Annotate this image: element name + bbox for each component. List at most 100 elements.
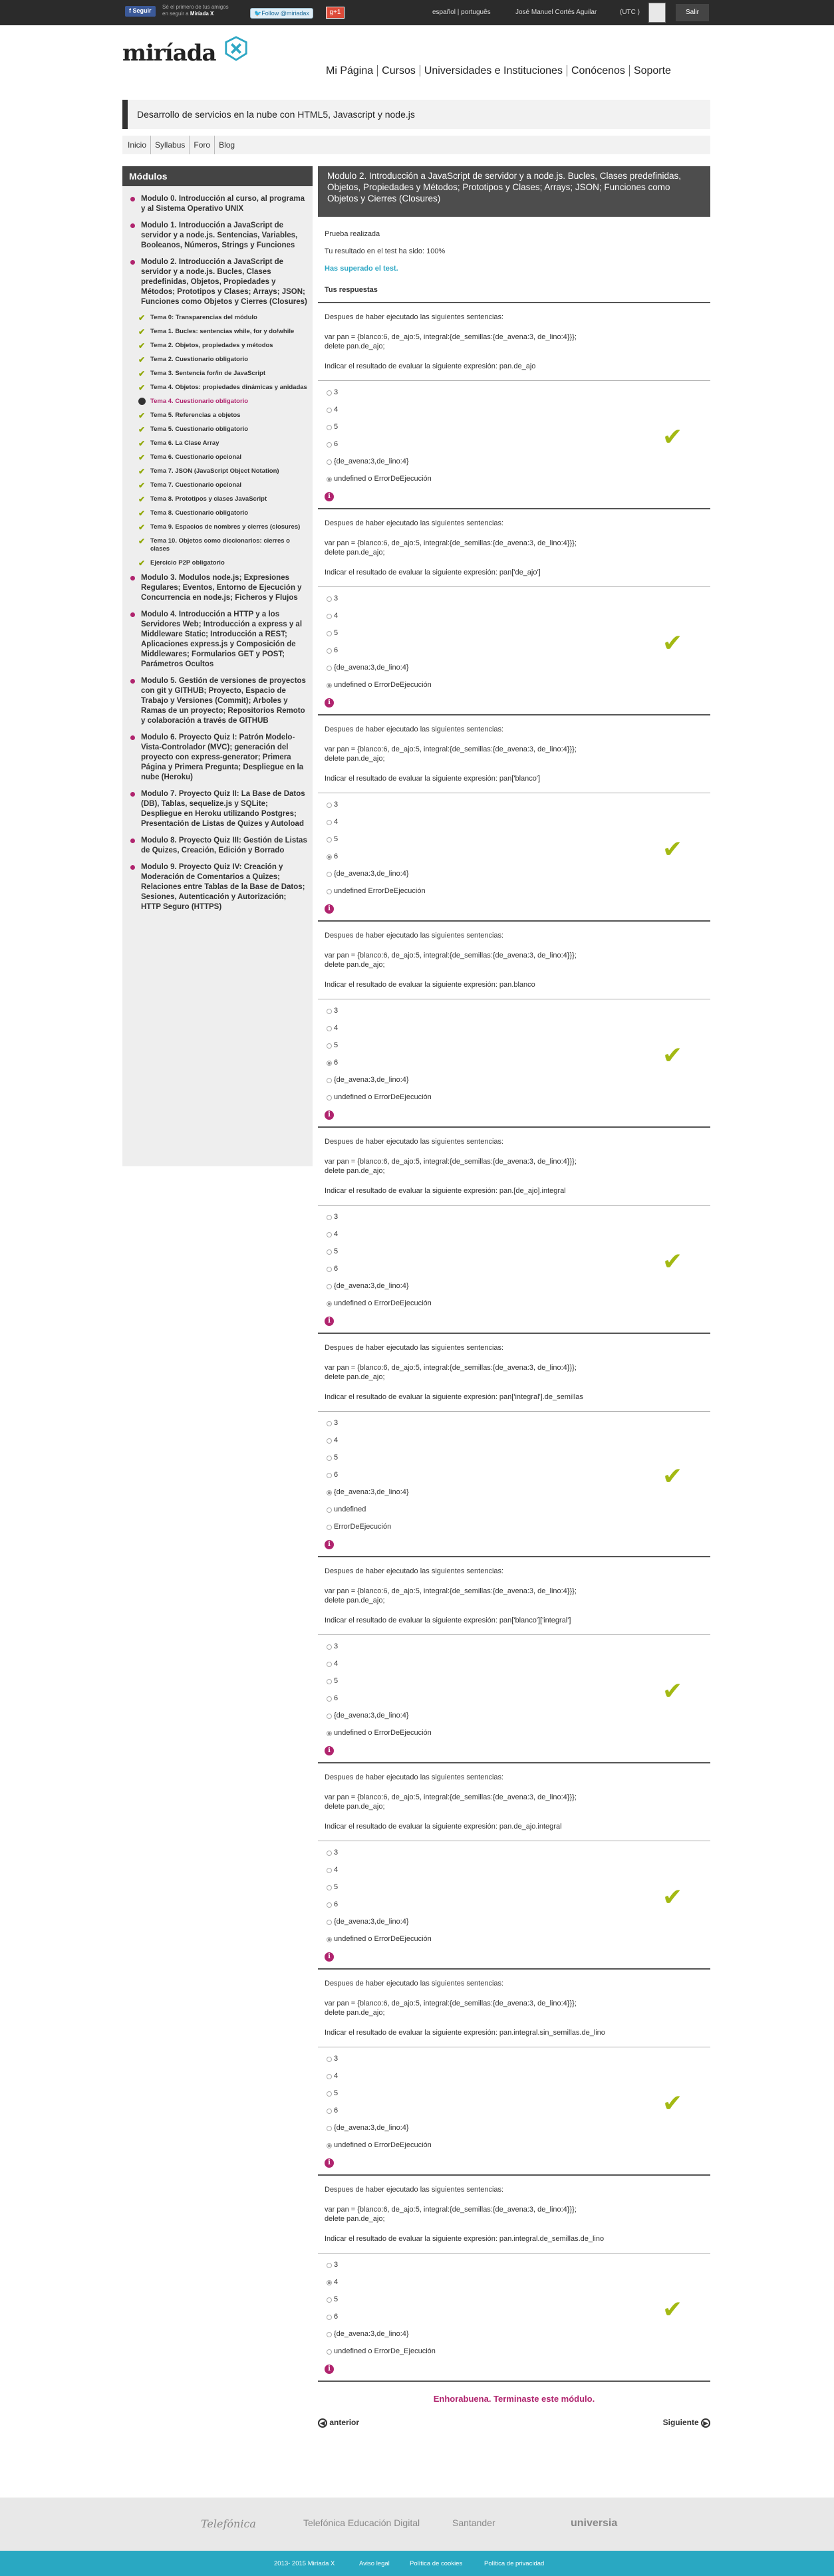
partner-telefonica[interactable]: Telefónica (201, 2517, 256, 2530)
sidebar-tema-item[interactable]: ✔ Tema 0: Transparencias del módulo (138, 314, 307, 322)
answer-option[interactable]: {de_avena:3,de_lino:4} (327, 1712, 409, 1720)
answer-option[interactable]: 3 (327, 1419, 338, 1427)
radio-button[interactable] (327, 648, 332, 654)
sidebar-tema-item[interactable]: Tema 4. Cuestionario obligatorio (138, 398, 307, 406)
radio-button[interactable] (327, 631, 332, 636)
info-icon[interactable]: i (325, 904, 334, 914)
radio-button[interactable] (327, 872, 332, 877)
answer-option[interactable]: 5 (327, 423, 338, 431)
radio-button[interactable] (327, 1267, 332, 1272)
answer-option[interactable]: 6 (327, 1265, 338, 1273)
radio-button[interactable] (327, 1009, 332, 1014)
sidebar-module[interactable]: Modulo 0. Introducción al curso, al prog… (129, 194, 307, 214)
radio-button[interactable] (327, 408, 332, 413)
answer-option[interactable]: 6 (327, 1694, 338, 1702)
answer-option[interactable]: 5 (327, 1247, 338, 1255)
sidebar-tema-item[interactable]: ✔ Tema 6. Cuestionario opcional (138, 453, 307, 461)
radio-button[interactable] (327, 2315, 332, 2320)
info-icon[interactable]: i (325, 2158, 334, 2168)
radio-button[interactable] (327, 2297, 332, 2303)
answer-option[interactable]: {de_avena:3,de_lino:4} (327, 2124, 409, 2132)
user-name[interactable]: José Manuel Cortés Aguilar (515, 9, 597, 16)
answer-option[interactable]: undefined o ErrorDeEjecución (327, 2141, 432, 2149)
answer-option[interactable]: 3 (327, 594, 338, 602)
partner-telefonica-educacion[interactable]: Telefónica Educación Digital (303, 2517, 420, 2528)
radio-button[interactable] (327, 1421, 332, 1426)
answer-option[interactable]: {de_avena:3,de_lino:4} (327, 870, 409, 878)
answer-option[interactable]: 6 (327, 852, 338, 860)
info-icon[interactable]: i (325, 698, 334, 708)
answer-option[interactable]: 5 (327, 629, 338, 637)
info-icon[interactable]: i (325, 1746, 334, 1755)
answer-option[interactable]: 3 (327, 1849, 338, 1857)
radio-button[interactable] (327, 889, 332, 894)
radio-button[interactable] (327, 1026, 332, 1031)
radio-button[interactable] (327, 1232, 332, 1237)
answer-option[interactable]: undefined o ErrorDeEjecución (327, 1093, 432, 1101)
answer-option[interactable]: undefined o ErrorDeEjecución (327, 1935, 432, 1943)
answer-option[interactable]: {de_avena:3,de_lino:4} (327, 2330, 409, 2338)
radio-button[interactable] (327, 2057, 332, 2062)
answer-option[interactable]: undefined o ErrorDeEjecución (327, 475, 432, 483)
radio-button[interactable] (327, 1061, 332, 1066)
answer-option[interactable]: 3 (327, 2261, 338, 2269)
radio-button[interactable] (327, 459, 332, 465)
radio-button[interactable] (327, 1731, 332, 1736)
answer-option[interactable]: 4 (327, 2072, 338, 2080)
info-icon[interactable]: i (325, 492, 334, 501)
info-icon[interactable]: i (325, 1317, 334, 1326)
answer-option[interactable]: 6 (327, 646, 338, 654)
radio-button[interactable] (327, 1851, 332, 1856)
radio-button[interactable] (327, 2091, 332, 2097)
nav-conocenos[interactable]: Conócenos (567, 65, 630, 76)
sidebar-tema-item[interactable]: ✔ Tema 7. JSON (JavaScript Object Notatio… (138, 467, 307, 475)
radio-button[interactable] (327, 596, 332, 602)
answer-option[interactable]: 5 (327, 1454, 338, 1462)
answer-option[interactable]: {de_avena:3,de_lino:4} (327, 1488, 409, 1496)
answer-option[interactable]: 5 (327, 2089, 338, 2097)
answer-option[interactable]: 4 (327, 818, 338, 826)
sidebar-tema-item[interactable]: ✔ Tema 2. Objetos, propiedades y métodos (138, 342, 307, 350)
footer-aviso-legal[interactable]: Aviso legal (359, 2560, 390, 2567)
radio-button[interactable] (327, 1868, 332, 1873)
sidebar-module[interactable]: Modulo 4. Introducción a HTTP y a los Se… (129, 610, 307, 670)
answer-option[interactable]: 4 (327, 612, 338, 620)
radio-button[interactable] (327, 2143, 332, 2148)
footer-privacidad[interactable]: Política de privacidad (484, 2560, 544, 2567)
radio-button[interactable] (327, 390, 332, 396)
answer-option[interactable]: 3 (327, 1007, 338, 1015)
radio-button[interactable] (327, 1937, 332, 1942)
radio-button[interactable] (327, 425, 332, 430)
answer-option[interactable]: 3 (327, 801, 338, 809)
radio-button[interactable] (327, 2074, 332, 2079)
radio-button[interactable] (327, 1249, 332, 1255)
sidebar-tema-item[interactable]: ✔ Ejercicio P2P obligatorio (138, 559, 307, 567)
nav-soporte[interactable]: Soporte (630, 65, 675, 76)
answer-option[interactable]: 4 (327, 1230, 338, 1238)
radio-button[interactable] (327, 1284, 332, 1289)
answer-option[interactable]: 4 (327, 1436, 338, 1444)
radio-button[interactable] (327, 1507, 332, 1513)
radio-button[interactable] (327, 2109, 332, 2114)
sidebar-tema-item[interactable]: ✔ Tema 6. La Clase Array (138, 440, 307, 448)
sidebar-module[interactable]: Modulo 6. Proyecto Quiz I: Patrón Modelo… (129, 733, 307, 783)
sidebar-tema-item[interactable]: ✔ Tema 5. Referencias a objetos (138, 412, 307, 420)
logo-text[interactable]: miríada (122, 40, 217, 66)
answer-option[interactable]: 4 (327, 1024, 338, 1032)
radio-button[interactable] (327, 1456, 332, 1461)
answer-option[interactable]: 4 (327, 406, 338, 414)
radio-button[interactable] (327, 2126, 332, 2131)
answer-option[interactable]: {de_avena:3,de_lino:4} (327, 1282, 409, 1290)
fb-text-brand[interactable]: Miríada X (190, 11, 214, 17)
radio-button[interactable] (327, 1215, 332, 1220)
radio-button[interactable] (327, 1662, 332, 1667)
twitter-follow-button[interactable]: 🐦Follow @miriadax (250, 8, 313, 19)
answer-option[interactable]: 6 (327, 1900, 338, 1908)
sidebar-module[interactable]: Modulo 8. Proyecto Quiz III: Gestión de … (129, 836, 307, 856)
footer-cookies[interactable]: Política de cookies (410, 2560, 462, 2567)
radio-button[interactable] (327, 1679, 332, 1684)
radio-button[interactable] (327, 1885, 332, 1890)
answer-option[interactable]: ErrorDeEjecución (327, 1523, 391, 1531)
answer-option[interactable]: 3 (327, 2055, 338, 2063)
answer-option[interactable]: 5 (327, 1677, 338, 1685)
